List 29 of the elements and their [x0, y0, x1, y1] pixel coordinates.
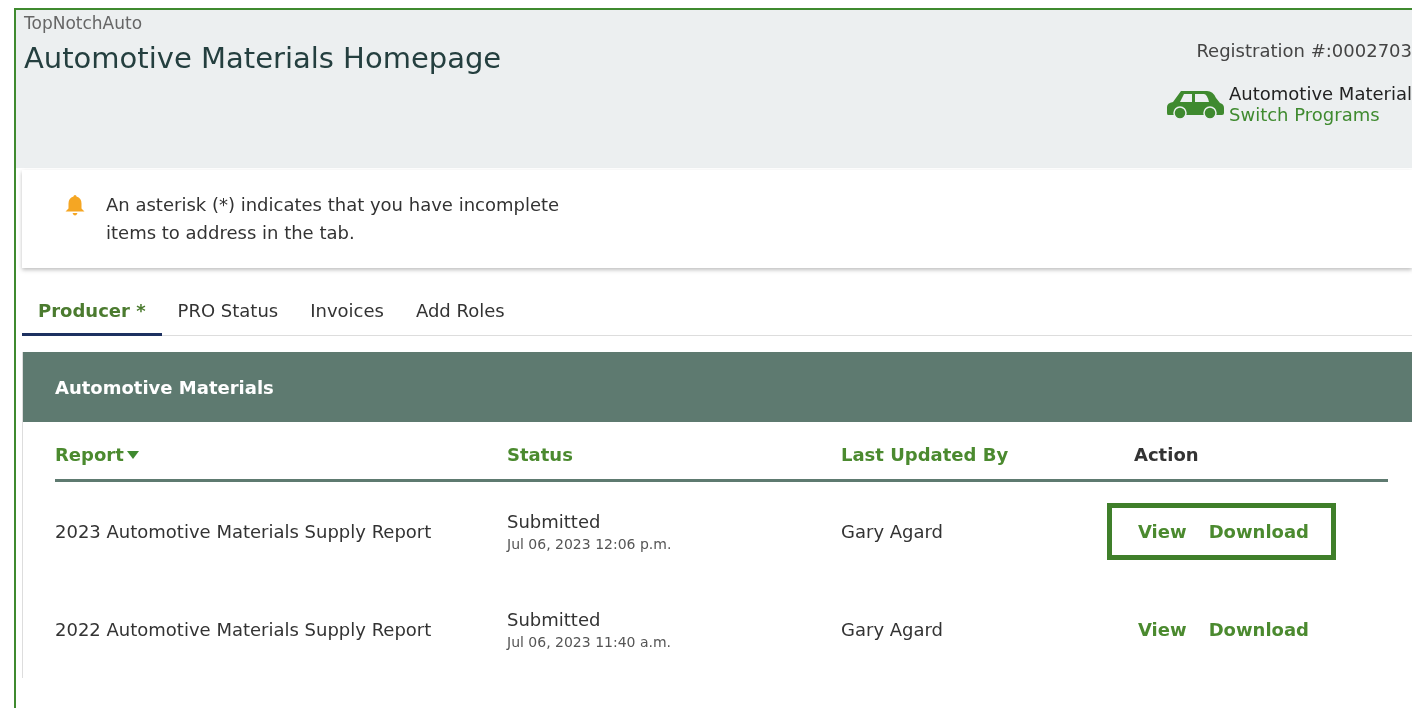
program-name: Automotive Material [1229, 83, 1412, 104]
action-link[interactable]: View [1138, 520, 1187, 542]
column-header[interactable]: Report [55, 444, 140, 465]
action-link[interactable]: View [1138, 618, 1187, 640]
tab[interactable]: Add Roles [399, 298, 521, 336]
status-text: Submitted [507, 510, 602, 532]
alert-message: An asterisk (*) indicates that you have incomplete items to address in the tab. [106, 193, 561, 245]
updated-by: Gary Agard [841, 520, 944, 542]
status-date: Jul 06, 2023 11:40 a.m. [507, 633, 673, 650]
action-link[interactable]: Download [1208, 618, 1309, 640]
column-header[interactable]: Status [507, 444, 573, 465]
status-text: Submitted [507, 608, 602, 630]
panel-title: Automotive Materials [23, 352, 1412, 422]
column-header: Action [1134, 444, 1199, 465]
report-name: 2023 Automotive Materials Supply Report [55, 520, 432, 542]
page-title: Automotive Materials Homepage [24, 41, 502, 75]
tab[interactable]: Producer * [22, 298, 162, 336]
report-name: 2022 Automotive Materials Supply Report [55, 618, 432, 640]
status-date: Jul 06, 2023 12:06 p.m. [507, 535, 673, 552]
tab[interactable]: Invoices [294, 298, 400, 336]
column-header[interactable]: Last Updated By [841, 444, 1009, 465]
tab[interactable]: PRO Status [161, 298, 295, 336]
updated-by: Gary Agard [841, 618, 944, 640]
sort-arrow-icon [125, 449, 140, 460]
bell-icon [64, 194, 86, 216]
switch-programs-link[interactable]: Switch Programs [1229, 104, 1380, 125]
company-name: TopNotchAuto [24, 13, 143, 33]
registration-number: Registration #:0002703 [1196, 40, 1412, 61]
action-link[interactable]: Download [1208, 520, 1309, 542]
